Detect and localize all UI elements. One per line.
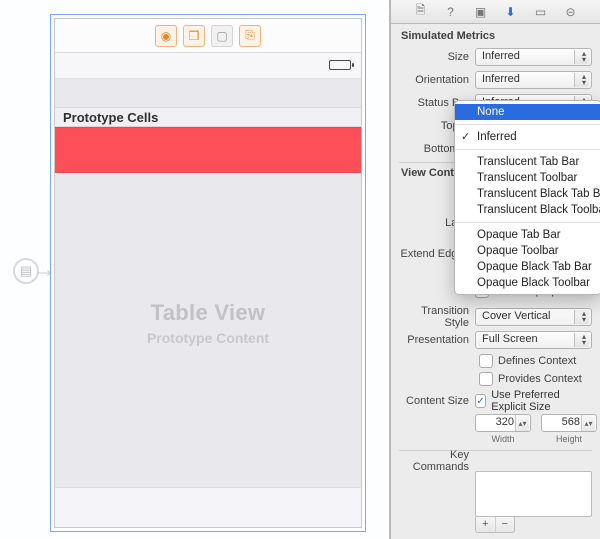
- provides-context-label: Provides Context: [498, 373, 582, 385]
- dropdown-item-inferred[interactable]: Inferred: [455, 129, 600, 145]
- dropdown-item-opaque-black-toolbar[interactable]: Opaque Black Toolbar: [455, 275, 600, 291]
- width-stepper[interactable]: ▴▾: [515, 415, 529, 431]
- content-size-label: Content Size: [399, 395, 475, 407]
- tab-size-icon[interactable]: ▭: [533, 4, 549, 20]
- table-view-body[interactable]: Table View Prototype Content: [55, 173, 361, 473]
- transition-style-select[interactable]: Cover Vertical▴▾: [475, 308, 592, 326]
- size-label: Size: [399, 51, 475, 63]
- loop-icon[interactable]: ◉: [155, 25, 177, 47]
- battery-icon: [329, 60, 351, 70]
- square-icon[interactable]: ▢: [211, 25, 233, 47]
- transition-style-label: Transition Style: [399, 305, 475, 329]
- key-commands-list[interactable]: [475, 471, 592, 517]
- status-bar-row: [55, 53, 361, 79]
- canvas-area[interactable]: ▤ → ◉ ❒ ▢ ⎘ Prototype Cells Table View P…: [0, 0, 390, 539]
- key-commands-add-remove: + −: [475, 517, 515, 533]
- dropdown-item-opaque-black-tabbar[interactable]: Opaque Black Tab Bar: [455, 259, 600, 275]
- tab-identity-icon[interactable]: ▣: [473, 4, 489, 20]
- dropdown-item-trans-tabbar[interactable]: Translucent Tab Bar: [455, 154, 600, 170]
- height-stepper[interactable]: ▴▾: [581, 415, 595, 431]
- dropdown-item-opaque-tabbar[interactable]: Opaque Tab Bar: [455, 227, 600, 243]
- scene-dock[interactable]: ▤ →: [6, 258, 46, 284]
- dropdown-item-trans-black-toolbar[interactable]: Translucent Black Toolbar: [455, 202, 600, 218]
- tab-file-icon[interactable]: 🗎: [413, 4, 429, 20]
- dropdown-item-trans-black-tabbar[interactable]: Translucent Black Tab Bar: [455, 186, 600, 202]
- width-caption: Width: [491, 434, 514, 444]
- dropdown-item-none[interactable]: None: [455, 104, 600, 120]
- scene-toolbar: ◉ ❒ ▢ ⎘: [55, 19, 361, 53]
- bottombar-dropdown[interactable]: None Inferred Translucent Tab Bar Transl…: [454, 100, 600, 295]
- key-commands-add-button[interactable]: +: [476, 517, 496, 532]
- presentation-select[interactable]: Full Screen▴▾: [475, 331, 592, 349]
- tab-help-icon[interactable]: ?: [443, 4, 459, 20]
- presentation-label: Presentation: [399, 334, 475, 346]
- defines-context-label: Defines Context: [498, 355, 576, 367]
- section-simulated-metrics: Simulated Metrics: [391, 24, 600, 46]
- navbar-placeholder: [55, 79, 361, 107]
- table-view-subtitle: Prototype Content: [147, 330, 269, 346]
- scene-device[interactable]: ◉ ❒ ▢ ⎘ Prototype Cells Table View Proto…: [54, 18, 362, 528]
- defines-context-checkbox[interactable]: [479, 354, 493, 368]
- table-view-title: Table View: [151, 300, 266, 326]
- preferred-explicit-size-label: Use Preferred Explicit Size: [491, 389, 592, 413]
- prototype-cell[interactable]: [55, 127, 361, 173]
- key-commands-remove-button[interactable]: −: [496, 517, 515, 532]
- provides-context-checkbox[interactable]: [479, 372, 493, 386]
- orientation-label: Orientation: [399, 74, 475, 86]
- entry-arrow-icon: →: [32, 256, 56, 284]
- preferred-explicit-size-checkbox[interactable]: [475, 394, 486, 408]
- width-field[interactable]: 320▴▾: [475, 414, 531, 432]
- size-select[interactable]: Inferred▴▾: [475, 48, 592, 66]
- exit-icon[interactable]: ⎘: [239, 25, 261, 47]
- tab-attributes-icon[interactable]: ⬇: [503, 4, 519, 20]
- height-caption: Height: [556, 434, 582, 444]
- inspector-tabbar: 🗎 ? ▣ ⬇ ▭ ⊝: [391, 0, 600, 24]
- height-field[interactable]: 568▴▾: [541, 414, 597, 432]
- tab-connections-icon[interactable]: ⊝: [563, 4, 579, 20]
- key-commands-label: Key Commands: [399, 449, 475, 473]
- table-view-footer: [55, 487, 361, 527]
- prototype-cells-header: Prototype Cells: [55, 107, 361, 127]
- cube-icon[interactable]: ❒: [183, 25, 205, 47]
- dropdown-item-trans-toolbar[interactable]: Translucent Toolbar: [455, 170, 600, 186]
- orientation-select[interactable]: Inferred▴▾: [475, 71, 592, 89]
- dropdown-item-opaque-toolbar[interactable]: Opaque Toolbar: [455, 243, 600, 259]
